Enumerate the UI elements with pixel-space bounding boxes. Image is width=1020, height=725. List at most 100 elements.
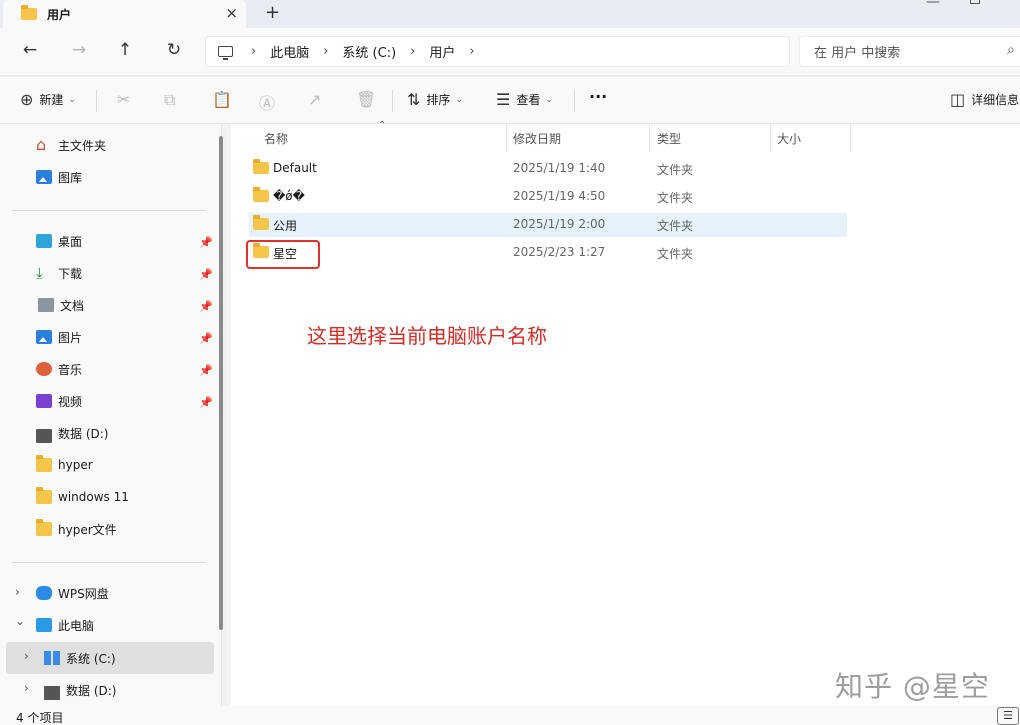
chevron-right-icon[interactable]: › — [24, 681, 29, 695]
folder-icon — [36, 487, 52, 504]
column-divider[interactable] — [506, 124, 507, 152]
table-row[interactable]: �ǿ� 2025/1/19 4:50 文件夹 — [249, 185, 847, 209]
column-header-name[interactable]: 名称 — [264, 130, 288, 147]
sidebar-item-label: 下载 — [58, 266, 83, 281]
cloud-icon — [36, 586, 52, 600]
column-header-type[interactable]: 类型 — [657, 130, 681, 147]
file-name: Default — [273, 161, 317, 175]
sidebar-item-data-d[interactable]: 数据 (D:) — [36, 422, 108, 444]
column-divider[interactable] — [850, 124, 851, 152]
folder-icon — [253, 159, 269, 174]
annotation-highlight-box — [246, 240, 320, 269]
folder-icon — [253, 215, 269, 230]
sidebar-item-label: hyper — [58, 458, 93, 472]
chevron-right-icon[interactable]: › — [15, 585, 20, 599]
minimize-icon[interactable]: — — [926, 0, 940, 10]
file-type: 文件夹 — [657, 163, 694, 177]
sidebar-item-system-c[interactable]: 系统 (C:) — [44, 647, 116, 669]
rename-button[interactable]: Ⓐ — [259, 90, 281, 114]
delete-button[interactable]: 🗑 — [356, 90, 382, 109]
chevron-right-icon[interactable]: › — [24, 649, 29, 663]
navigation-bar: ← → ↑ ↻ › 此电脑 › 系统 (C:) › 用户 › 在 用户 中搜索 … — [0, 28, 1020, 76]
pin-icon: 📌 — [199, 396, 213, 409]
paste-button[interactable]: 📋 — [212, 90, 238, 109]
search-placeholder: 在 用户 中搜索 — [814, 46, 901, 61]
column-divider[interactable] — [649, 124, 650, 152]
breadcrumb-users[interactable]: 用户 — [429, 42, 455, 61]
sidebar-item-label: 视频 — [58, 394, 83, 409]
tab-close-icon[interactable]: × — [225, 4, 238, 22]
sidebar-item-label: windows 11 — [58, 490, 129, 504]
new-tab-icon[interactable]: + — [265, 2, 280, 23]
video-icon — [36, 394, 52, 408]
file-modified: 2025/1/19 1:40 — [513, 161, 606, 175]
rename-icon: Ⓐ — [259, 94, 276, 113]
table-row[interactable]: Default 2025/1/19 1:40 文件夹 — [249, 157, 847, 181]
gallery-icon — [36, 170, 52, 184]
sidebar-item-gallery[interactable]: 图库 — [36, 166, 82, 188]
sidebar-item-windows-11[interactable]: windows 11 — [36, 486, 129, 508]
copy-button[interactable]: ⧉ — [164, 90, 181, 110]
chevron-down-icon: ⌄ — [68, 94, 76, 105]
breadcrumb-separator[interactable]: › — [469, 44, 474, 59]
table-row[interactable]: 星空 2025/2/23 1:27 文件夹 — [249, 241, 847, 265]
sidebar-item-label: WPS网盘 — [58, 586, 109, 601]
tab-users[interactable]: 用户 × — [3, 0, 246, 28]
forward-icon[interactable]: → — [67, 40, 91, 60]
details-pane-button[interactable]: ◫ 详细信息 — [950, 90, 1019, 109]
sidebar-item-wps-cloud[interactable]: WPS网盘 — [36, 582, 109, 604]
sidebar-scrollbar[interactable] — [219, 136, 223, 630]
cut-button[interactable]: ✂ — [117, 90, 136, 109]
toolbar-divider — [392, 90, 393, 112]
maximize-icon[interactable] — [970, 0, 980, 4]
search-icon[interactable]: ⌕ — [1007, 42, 1015, 58]
back-icon[interactable]: ← — [18, 40, 42, 60]
breadcrumb-separator[interactable]: › — [410, 44, 415, 59]
sort-label: 排序 — [426, 93, 451, 107]
share-button[interactable]: ↗ — [308, 90, 327, 109]
file-type: 文件夹 — [657, 247, 694, 261]
up-icon[interactable]: ↑ — [113, 40, 137, 60]
sidebar-item-data-d-tree[interactable]: 数据 (D:) — [44, 679, 116, 701]
sidebar-item-label: 音乐 — [58, 362, 83, 377]
desktop-icon — [36, 234, 52, 248]
sidebar-item-music[interactable]: 音乐 — [36, 358, 82, 380]
sidebar-item-downloads[interactable]: ⤓ 下载 — [36, 262, 82, 284]
sort-button[interactable]: ⇅ 排序 ⌄ — [407, 90, 463, 109]
column-header-size[interactable]: 大小 — [777, 130, 801, 147]
file-modified: 2025/1/19 2:00 — [513, 217, 606, 231]
sidebar-item-videos[interactable]: 视频 — [36, 390, 82, 412]
address-bar[interactable]: › 此电脑 › 系统 (C:) › 用户 › — [205, 36, 790, 67]
sidebar-item-this-pc[interactable]: 此电脑 — [36, 614, 94, 636]
chevron-down-icon[interactable]: ⌄ — [15, 614, 25, 628]
breadcrumb-separator[interactable]: › — [323, 44, 328, 59]
pin-icon: 📌 — [199, 332, 213, 345]
folder-icon — [253, 187, 269, 202]
paste-icon: 📋 — [212, 90, 232, 109]
search-input[interactable]: 在 用户 中搜索 — [799, 36, 1020, 67]
status-bar: 4 个项目 ☰ — [0, 706, 1020, 725]
drive-icon — [44, 685, 60, 700]
view-button[interactable]: ☰ 查看 ⌄ — [496, 90, 553, 109]
chevron-down-icon: ⌄ — [455, 94, 463, 105]
refresh-icon[interactable]: ↻ — [162, 40, 186, 60]
table-row[interactable]: 公用 2025/1/19 2:00 文件夹 — [249, 213, 847, 237]
sidebar-item-documents[interactable]: 文档 — [36, 294, 84, 316]
sidebar-item-hyper-files[interactable]: hyper文件 — [36, 518, 117, 540]
sidebar-item-pictures[interactable]: 图片 — [36, 326, 82, 348]
pictures-icon — [36, 330, 52, 344]
music-icon — [36, 362, 52, 376]
sidebar-item-desktop[interactable]: 桌面 — [36, 230, 82, 252]
sidebar-item-hyper[interactable]: hyper — [36, 454, 93, 476]
column-divider[interactable] — [770, 124, 771, 152]
breadcrumb-this-pc[interactable]: 此电脑 — [270, 42, 309, 61]
sidebar-item-home[interactable]: ⌂ 主文件夹 — [36, 134, 106, 156]
details-view-icon[interactable]: ☰ — [997, 707, 1019, 725]
pin-icon: 📌 — [199, 364, 213, 377]
more-options-button[interactable]: ··· — [589, 87, 607, 106]
new-icon: ⊕ — [20, 90, 34, 109]
column-header-modified[interactable]: 修改日期 — [513, 130, 561, 147]
breadcrumb-system-c[interactable]: 系统 (C:) — [342, 42, 396, 61]
sidebar-item-label: 数据 (D:) — [66, 683, 117, 698]
new-button[interactable]: ⊕ 新建 ⌄ — [20, 90, 76, 109]
